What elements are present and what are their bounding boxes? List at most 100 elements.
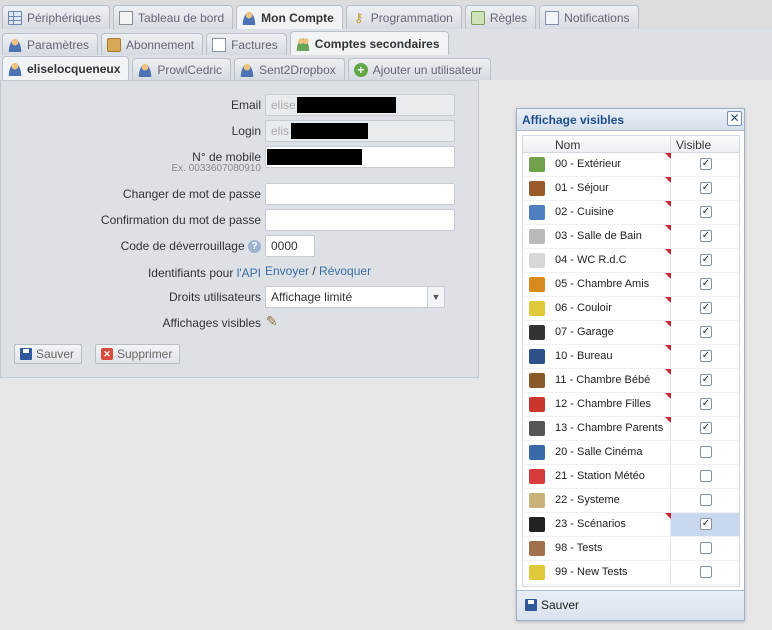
row-name: 03 - Salle de Bain [555,230,642,242]
table-row[interactable]: 20 - Salle Cinéma [523,441,739,465]
visible-cell[interactable]: ✓ [665,249,739,272]
table-row[interactable]: 02 - Cuisine ✓ [523,201,739,225]
close-icon[interactable]: ✕ [727,111,742,126]
visible-cell[interactable]: ✓ [665,201,739,224]
table-row[interactable]: 11 - Chambre Bébé ✓ [523,369,739,393]
room-icon [529,301,545,316]
unlock-code-input[interactable] [265,235,315,257]
dialog-save-button[interactable]: Sauver [525,598,579,612]
redaction-bar [291,123,368,139]
tab-notifications[interactable]: Notifications [539,5,639,29]
help-icon[interactable]: ? [248,240,261,254]
tab-abonnement[interactable]: Abonnement [101,33,204,55]
table-row[interactable]: 12 - Chambre Filles ✓ [523,393,739,417]
table-row[interactable]: 21 - Station Météo [523,465,739,489]
row-name: 12 - Chambre Filles [555,398,651,410]
tab-user-prowlcedric[interactable]: ProwlCedric [132,58,232,80]
mail-icon [545,10,560,25]
api-help-link[interactable]: l'API [237,266,261,280]
visible-checkbox[interactable]: ✓ [700,206,712,218]
tab-tableau-de-bord[interactable]: Tableau de bord [113,5,234,29]
visible-cell[interactable]: ✓ [665,345,739,368]
visible-checkbox[interactable]: ✓ [700,302,712,314]
table-row[interactable]: 23 - Scénarios ✓ [523,513,739,537]
visible-cell[interactable] [670,537,739,560]
tab-comptes-secondaires[interactable]: Comptes secondaires [289,31,449,55]
modified-marker [665,249,671,255]
table-row[interactable]: 04 - WC R.d.C ✓ [523,249,739,273]
tab-peripheriques[interactable]: Périphériques [2,5,111,29]
table-row[interactable]: 06 - Couloir ✓ [523,297,739,321]
rights-select[interactable]: Affichage limité ▼ [265,286,445,308]
column-header-visible[interactable]: Visible [676,138,711,152]
visible-checkbox[interactable] [700,566,712,578]
tab-factures[interactable]: Factures [206,33,287,55]
visible-cell[interactable] [670,489,739,512]
visible-cell[interactable]: ✓ [665,177,739,200]
table-row[interactable]: 22 - Systeme [523,489,739,513]
tab-programmation[interactable]: ⚷ Programmation [345,5,462,29]
confirm-password-input[interactable] [265,209,455,231]
visible-cell[interactable]: ✓ [665,417,739,440]
visible-cell[interactable] [670,561,739,584]
table-row[interactable]: 10 - Bureau ✓ [523,345,739,369]
visible-cell[interactable]: ✓ [665,513,739,536]
visible-cell[interactable]: ✓ [665,225,739,248]
table-row[interactable]: 03 - Salle de Bain ✓ [523,225,739,249]
delete-button[interactable]: ✕ Supprimer [95,344,181,364]
visible-cell[interactable]: ✓ [665,369,739,392]
tab-user-eliselocqueneux[interactable]: eliselocqueneux [2,56,130,80]
tab-regles[interactable]: Règles [464,5,537,29]
visible-cell[interactable]: ✓ [665,321,739,344]
modified-marker [665,225,671,231]
visible-checkbox[interactable]: ✓ [700,326,712,338]
pencil-icon[interactable]: ✎ [266,313,278,330]
table-row[interactable]: 99 - New Tests [523,561,739,585]
rights-row: Droits utilisateurs Affichage limité ▼ [1,286,480,310]
change-password-input[interactable] [265,183,455,205]
api-send-link[interactable]: Envoyer [265,264,309,278]
table-row[interactable]: 13 - Chambre Parents ✓ [523,417,739,441]
visible-checkbox[interactable] [700,494,712,506]
visible-checkbox[interactable] [700,446,712,458]
table-row[interactable]: 05 - Chambre Amis ✓ [523,273,739,297]
save-button[interactable]: Sauver [14,344,83,364]
room-icon [529,469,545,484]
tab-mon-compte[interactable]: Mon Compte [236,5,343,29]
users-navigation: eliselocqueneux ProwlCedric Sent2Dropbox… [0,55,772,80]
tab-add-user[interactable]: + Ajouter un utilisateur [347,58,492,80]
visible-checkbox[interactable]: ✓ [700,422,712,434]
redaction-bar [267,149,362,165]
mobile-label: N° de mobile [192,150,261,164]
tab-user-sent2dropbox[interactable]: Sent2Dropbox [234,58,345,80]
visible-checkbox[interactable] [700,542,712,554]
visible-checkbox[interactable]: ✓ [700,278,712,290]
user-form-panel: Email elise Login elis N° de mobile Ex. … [0,80,479,378]
api-revoke-link[interactable]: Révoquer [319,264,371,278]
modified-marker [665,177,671,183]
column-header-name[interactable]: Nom [555,138,580,152]
visible-checkbox[interactable]: ✓ [700,254,712,266]
visible-checkbox[interactable]: ✓ [700,398,712,410]
visible-cell[interactable] [670,441,739,464]
visible-cell[interactable] [670,465,739,488]
table-row[interactable]: 01 - Séjour ✓ [523,177,739,201]
table-row[interactable]: 00 - Extérieur ✓ [523,153,739,177]
tab-parametres[interactable]: Paramètres [2,33,99,55]
visible-checkbox[interactable] [700,470,712,482]
dialog-footer: Sauver [517,590,744,620]
visible-checkbox[interactable]: ✓ [700,182,712,194]
table-row[interactable]: 07 - Garage ✓ [523,321,739,345]
visible-checkbox[interactable]: ✓ [700,158,712,170]
visible-cell[interactable]: ✓ [665,393,739,416]
visible-checkbox[interactable]: ✓ [700,518,712,530]
visible-cell[interactable]: ✓ [665,153,739,176]
table-row[interactable]: 98 - Tests [523,537,739,561]
visible-cell[interactable]: ✓ [665,297,739,320]
visible-checkbox[interactable]: ✓ [700,350,712,362]
visible-checkbox[interactable]: ✓ [700,374,712,386]
visible-cell[interactable]: ✓ [665,273,739,296]
visible-checkbox[interactable]: ✓ [700,230,712,242]
chevron-down-icon[interactable]: ▼ [427,287,444,307]
email-label: Email [230,98,261,112]
